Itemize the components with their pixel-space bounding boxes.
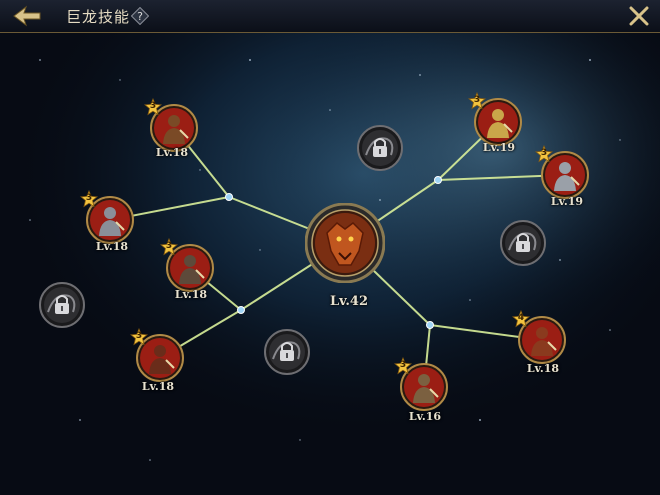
skill-level-label: Lv.18: [174, 288, 208, 301]
rank-number: 4: [517, 313, 525, 323]
locked-skill-locked-right[interactable]: [500, 220, 546, 266]
rank-number: 3: [473, 95, 481, 105]
skill-level-label: Lv.18: [526, 362, 560, 375]
locked-skill-locked-top[interactable]: [357, 125, 403, 171]
rank-number: 3: [540, 148, 548, 158]
dragon-head-icon: [304, 202, 386, 284]
rank-star-badge: 3: [467, 91, 487, 110]
locked-dragon-coil-skill-icon: [39, 282, 85, 328]
rank-number: 3: [399, 360, 407, 370]
rank-star-badge: 3: [534, 144, 554, 163]
rank-star-badge: 3: [143, 97, 163, 116]
rank-star-badge: 3: [393, 356, 413, 375]
skill-level-label: Lv.16: [408, 410, 442, 423]
skill-level-label: Lv.19: [482, 141, 516, 154]
skill-level-label: Lv.18: [155, 146, 189, 159]
skill-level-label: Lv.19: [550, 195, 584, 208]
locked-skill-locked-left[interactable]: [39, 282, 85, 328]
skill-level-label: Lv.18: [95, 240, 129, 253]
rank-star-badge: 3: [129, 327, 149, 346]
locked-scorpion-skill-icon: [500, 220, 546, 266]
rank-number: 3: [85, 193, 93, 203]
center-dragon-skill[interactable]: [304, 202, 386, 284]
rank-number: 3: [149, 101, 157, 111]
rank-star-badge: 3: [79, 189, 99, 208]
locked-skill-locked-bottom[interactable]: [264, 329, 310, 375]
rank-star-badge: 3: [159, 237, 179, 256]
rank-number: 3: [135, 331, 143, 341]
skill-level-label: Lv.18: [141, 380, 175, 393]
center-skill-level: Lv.42: [329, 294, 368, 309]
locked-claw-skill-icon: [357, 125, 403, 171]
rank-number: 3: [165, 241, 173, 251]
rank-star-badge: 4: [511, 309, 531, 328]
locked-smoke-skill-icon: [264, 329, 310, 375]
